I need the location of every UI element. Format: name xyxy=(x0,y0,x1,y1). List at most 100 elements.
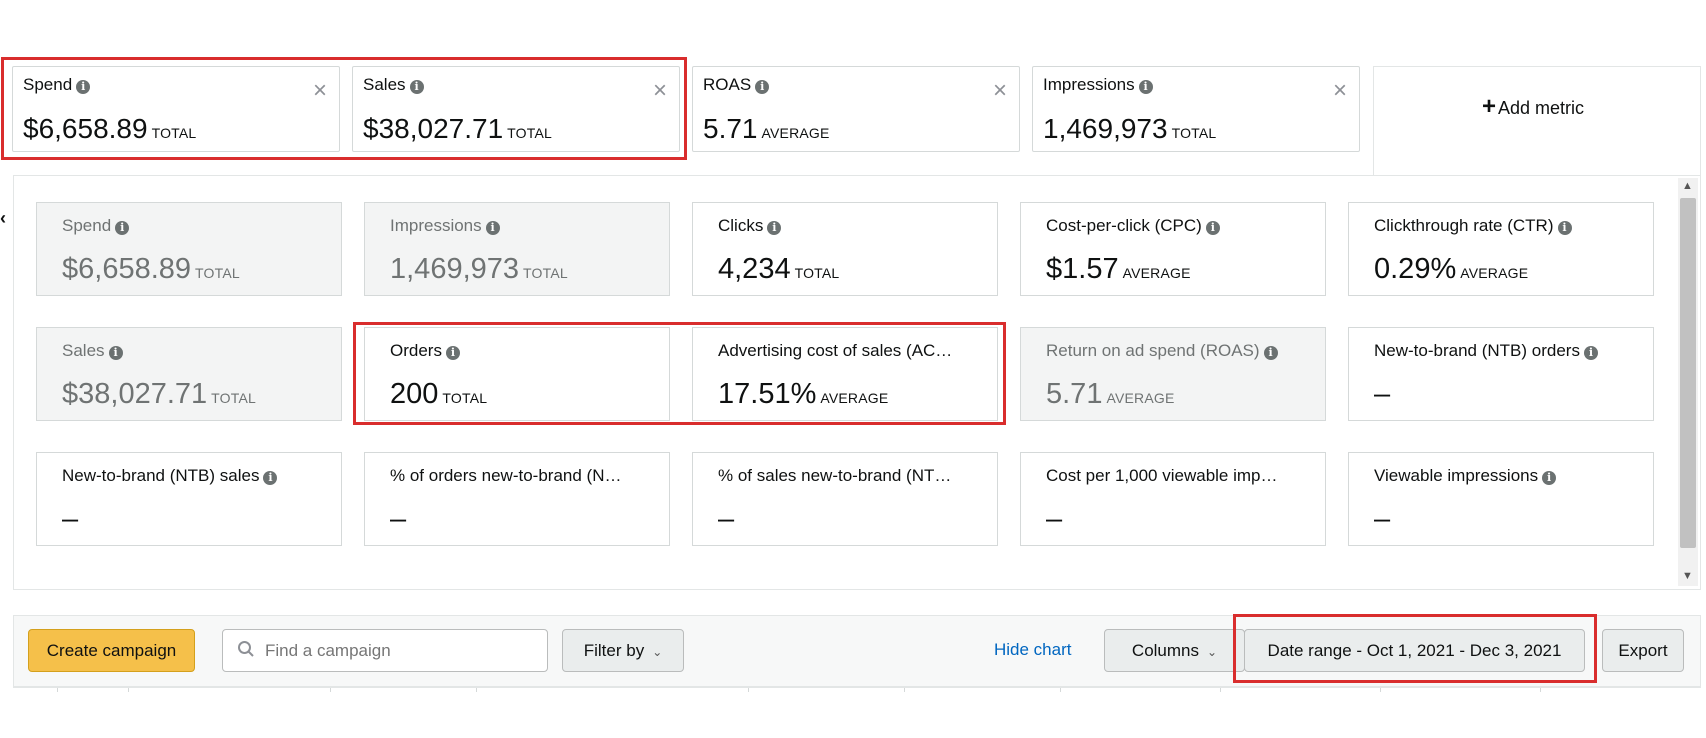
metric-tile-sales[interactable]: Sales i $38,027.71 TOTAL xyxy=(36,327,342,421)
metric-tile-value: – xyxy=(62,503,79,535)
add-metric-button[interactable]: + Add metric xyxy=(1373,66,1701,176)
column-separator xyxy=(476,688,477,692)
info-icon[interactable]: i xyxy=(1557,221,1572,235)
highlight-box xyxy=(353,322,1006,425)
plus-icon: + xyxy=(1482,93,1497,120)
metric-tile-label: New-to-brand (NTB) sales xyxy=(62,466,260,485)
metric-tile-label: Clickthrough rate (CTR) xyxy=(1374,216,1554,235)
top-metric-card-roas[interactable]: ROAS i × 5.71 AVERAGE xyxy=(692,66,1020,152)
top-metric-value: 1,469,973 xyxy=(1043,113,1168,144)
metric-tile-value: – xyxy=(718,503,735,535)
metric-tile-pct-sales-ntb[interactable]: % of sales new-to-brand (NT… – xyxy=(692,452,998,546)
filter-by-label: Filter by xyxy=(583,641,645,660)
column-separator xyxy=(1060,688,1061,692)
metric-tile-pct-orders-ntb[interactable]: % of orders new-to-brand (N… – xyxy=(364,452,670,546)
columns-button[interactable]: Columns ⌄ xyxy=(1104,629,1245,672)
metric-tile-label: Sales xyxy=(62,341,105,360)
metric-tile-vcpm[interactable]: Cost per 1,000 viewable imp… – xyxy=(1020,452,1326,546)
panel-divider xyxy=(13,175,1373,176)
metric-tile-label: Cost-per-click (CPC) xyxy=(1046,216,1202,235)
close-icon[interactable]: × xyxy=(1333,79,1347,103)
metric-tile-suffix: TOTAL xyxy=(523,265,568,281)
scroll-up-arrow-icon[interactable]: ▲ xyxy=(1682,180,1693,192)
top-metric-suffix: TOTAL xyxy=(1171,125,1217,141)
top-metric-label: Impressions xyxy=(1043,75,1135,94)
info-icon[interactable]: i xyxy=(1205,221,1220,235)
info-icon[interactable]: i xyxy=(263,471,278,485)
metric-tile-label: % of sales new-to-brand (NT… xyxy=(718,466,952,485)
top-metric-value: 5.71 xyxy=(703,113,758,144)
metric-tile-ntb-sales[interactable]: New-to-brand (NTB) sales i – xyxy=(36,452,342,546)
chevron-down-icon: ⌄ xyxy=(652,645,663,659)
metric-tile-suffix: TOTAL xyxy=(195,265,240,281)
metric-tile-label: % of orders new-to-brand (N… xyxy=(390,466,622,485)
search-input[interactable] xyxy=(265,636,535,666)
metric-tile-value: $6,658.89 xyxy=(62,253,192,285)
metric-tile-clicks[interactable]: Clicks i 4,234 TOTAL xyxy=(692,202,998,296)
metric-tile-value: 4,234 xyxy=(718,253,791,285)
metric-tile-value: 5.71 xyxy=(1046,378,1103,410)
create-campaign-button[interactable]: Create campaign xyxy=(28,629,195,672)
metric-tile-spend[interactable]: Spend i $6,658.89 TOTAL xyxy=(36,202,342,296)
column-separator xyxy=(1220,688,1221,692)
highlight-box xyxy=(1233,614,1597,683)
close-icon[interactable]: × xyxy=(993,79,1007,103)
metric-tile-ctr[interactable]: Clickthrough rate (CTR) i 0.29% AVERAGE xyxy=(1348,202,1654,296)
metric-tile-label: New-to-brand (NTB) orders xyxy=(1374,341,1580,360)
column-separator xyxy=(748,688,749,692)
chevron-left-icon[interactable]: ‹ xyxy=(0,208,6,229)
add-metric-label: Add metric xyxy=(1498,98,1585,118)
chevron-down-icon: ⌄ xyxy=(1207,645,1218,659)
metric-tile-suffix: AVERAGE xyxy=(1460,265,1529,281)
metric-tile-ntb-orders[interactable]: New-to-brand (NTB) orders i – xyxy=(1348,327,1654,421)
info-icon[interactable]: i xyxy=(1542,471,1557,485)
highlight-box xyxy=(1,57,687,160)
info-icon[interactable]: i xyxy=(1583,346,1598,360)
info-icon[interactable]: i xyxy=(767,221,782,235)
table-header-border xyxy=(13,686,1701,688)
info-icon[interactable]: i xyxy=(1138,80,1153,94)
column-separator xyxy=(57,688,58,692)
filter-by-button[interactable]: Filter by ⌄ xyxy=(562,629,684,672)
metric-tile-value: 1,469,973 xyxy=(390,253,520,285)
metric-tile-value: – xyxy=(390,503,407,535)
metric-tile-label: Spend xyxy=(62,216,112,235)
hide-chart-link[interactable]: Hide chart xyxy=(994,640,1071,660)
top-metric-card-impressions[interactable]: Impressions i × 1,469,973 TOTAL xyxy=(1032,66,1360,152)
column-separator xyxy=(904,688,905,692)
info-icon[interactable]: i xyxy=(485,221,500,235)
column-separator xyxy=(128,688,129,692)
metric-tile-cpc[interactable]: Cost-per-click (CPC) i $1.57 AVERAGE xyxy=(1020,202,1326,296)
column-separator xyxy=(1380,688,1381,692)
metric-tile-roas[interactable]: Return on ad spend (ROAS) i 5.71 AVERAGE xyxy=(1020,327,1326,421)
metric-tile-value: 0.29% xyxy=(1374,253,1457,285)
top-metric-suffix: AVERAGE xyxy=(761,125,830,141)
metric-tile-value: $1.57 xyxy=(1046,253,1119,285)
metric-tile-label: Clicks xyxy=(718,216,764,235)
metric-tile-label: Cost per 1,000 viewable imp… xyxy=(1046,466,1278,485)
top-metric-label: ROAS xyxy=(703,75,752,94)
metric-tile-suffix: AVERAGE xyxy=(1122,265,1191,281)
metric-tile-impressions[interactable]: Impressions i 1,469,973 TOTAL xyxy=(364,202,670,296)
scroll-down-arrow-icon[interactable]: ▼ xyxy=(1682,570,1693,582)
info-icon[interactable]: i xyxy=(115,221,130,235)
info-icon[interactable]: i xyxy=(755,80,770,94)
metric-tile-viewable-impressions[interactable]: Viewable impressions i – xyxy=(1348,452,1654,546)
metric-tile-suffix: AVERAGE xyxy=(1106,390,1175,406)
metric-tile-value: – xyxy=(1374,503,1391,535)
export-button[interactable]: Export xyxy=(1602,629,1684,672)
metric-tile-value: – xyxy=(1374,378,1391,410)
metric-tile-suffix: TOTAL xyxy=(211,390,256,406)
column-separator xyxy=(1540,688,1541,692)
search-icon xyxy=(237,640,255,664)
metric-tile-label: Viewable impressions xyxy=(1374,466,1539,485)
columns-label: Columns xyxy=(1131,641,1200,660)
find-campaign-search[interactable] xyxy=(222,629,548,672)
scrollbar-thumb[interactable] xyxy=(1680,198,1696,548)
metric-tile-label: Return on ad spend (ROAS) xyxy=(1046,341,1260,360)
column-separator xyxy=(330,688,331,692)
metric-tile-suffix: TOTAL xyxy=(794,265,840,281)
metric-tile-value: $38,027.71 xyxy=(62,378,208,410)
info-icon[interactable]: i xyxy=(1263,346,1278,360)
info-icon[interactable]: i xyxy=(108,346,123,360)
